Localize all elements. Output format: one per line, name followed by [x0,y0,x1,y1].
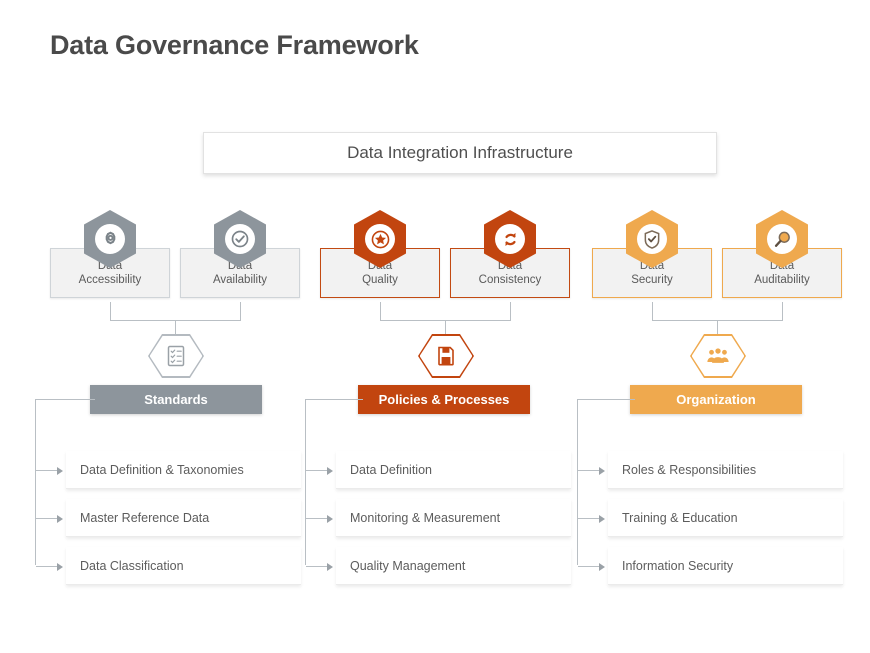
branch-line [306,518,328,519]
branch-line [36,518,58,519]
data-integration-infrastructure-banner[interactable]: Data Integration Infrastructure [203,132,717,174]
branch-line [36,470,58,471]
branch-arrow-icon [327,562,333,571]
icon-disc [225,224,255,254]
list-item-label: Data Definition & Taxonomies [80,462,244,477]
icon-disc [637,224,667,254]
icon-disc [365,224,395,254]
connector-stem-left [652,302,653,320]
list-item[interactable]: Monitoring & Measurement [336,499,571,537]
list-item-label: Information Security [622,558,734,573]
connector-stem-left [380,302,381,320]
bracket-horizontal [305,399,363,400]
list-item-label: Monitoring & Measurement [350,510,501,525]
icon-disc [495,224,525,254]
category-bar-standards[interactable]: Standards [90,385,262,414]
category-bar-policies[interactable]: Policies & Processes [358,385,530,414]
bracket-vertical [35,399,36,565]
list-item-label: Quality Management [350,558,466,573]
list-item-label: Master Reference Data [80,510,210,525]
list-item[interactable]: Data Definition [336,451,571,489]
bracket-vertical [305,399,306,565]
branch-arrow-icon [599,562,605,571]
branch-line [578,470,600,471]
page-title: Data Governance Framework [50,30,419,60]
checklist-document-icon [148,334,204,378]
list-item-label: Roles & Responsibilities [622,462,757,477]
branch-arrow-icon [327,466,333,475]
list-item[interactable]: Information Security [608,547,843,585]
icon-disc [767,224,797,254]
icon-disc [95,224,125,254]
bracket-horizontal [35,399,95,400]
branch-arrow-icon [57,562,63,571]
branch-arrow-icon [599,466,605,475]
list-item-label: Data Definition [350,462,432,477]
mid-hex-organization [690,334,746,378]
connector-stem-right [510,302,511,320]
save-disk-icon [418,334,474,378]
branch-line [306,566,328,567]
branch-arrow-icon [57,466,63,475]
branch-arrow-icon [327,514,333,523]
branch-line [578,566,600,567]
branch-arrow-icon [599,514,605,523]
category-label: Standards [144,392,208,407]
branch-line [306,470,328,471]
banner-label: Data Integration Infrastructure [347,143,573,162]
list-item-label: Training & Education [622,510,738,525]
branch-line [578,518,600,519]
category-label: Organization [676,392,756,407]
connector-stem-right [240,302,241,320]
list-item[interactable]: Roles & Responsibilities [608,451,843,489]
mid-hex-policies [418,334,474,378]
list-item[interactable]: Data Definition & Taxonomies [66,451,301,489]
connector-stem-right [782,302,783,320]
list-item[interactable]: Training & Education [608,499,843,537]
list-item[interactable]: Data Classification [66,547,301,585]
people-group-icon [690,334,746,378]
category-bar-organization[interactable]: Organization [630,385,802,414]
connector-stem-left [110,302,111,320]
bracket-horizontal [577,399,635,400]
branch-line [36,566,58,567]
branch-arrow-icon [57,514,63,523]
mid-hex-standards [148,334,204,378]
bracket-vertical [577,399,578,565]
list-item-label: Data Classification [80,558,184,573]
category-label: Policies & Processes [378,392,510,407]
list-item[interactable]: Quality Management [336,547,571,585]
list-item[interactable]: Master Reference Data [66,499,301,537]
